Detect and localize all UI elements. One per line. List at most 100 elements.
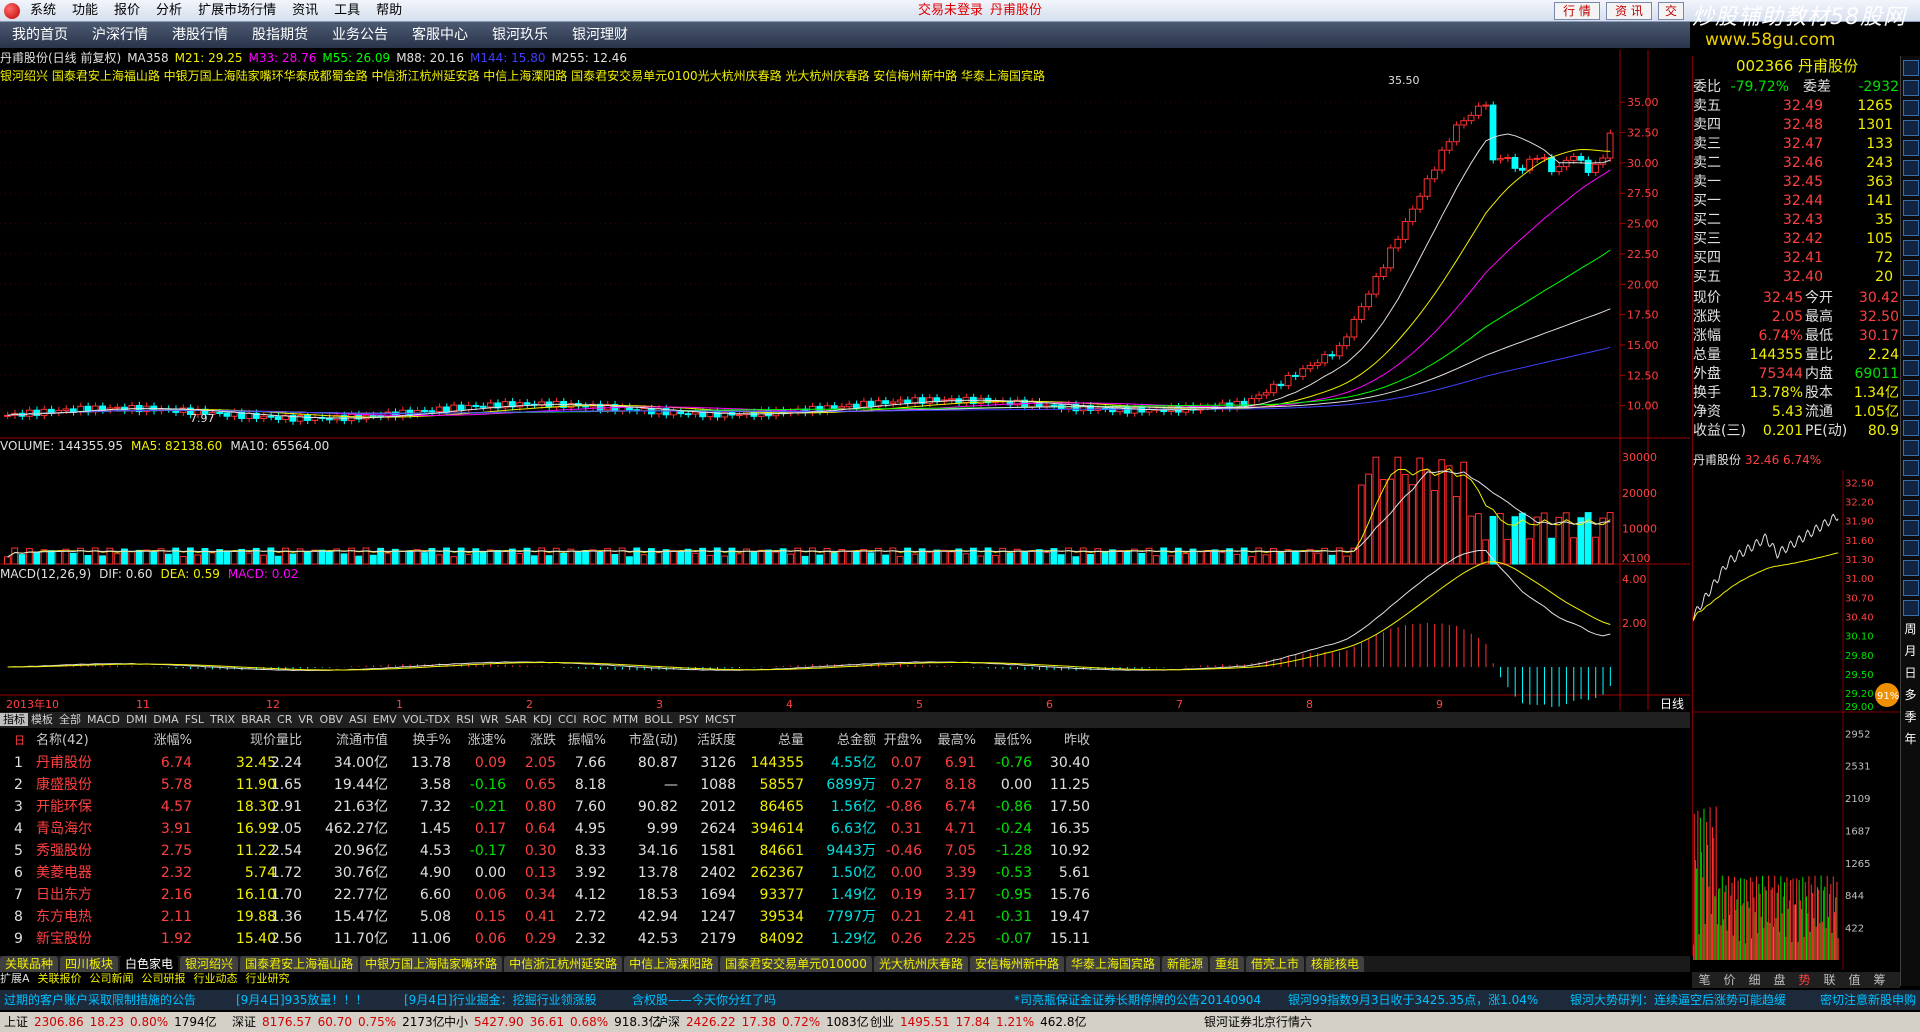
index-zx[interactable]: 中小 5427.90 36.61 0.68% 918.3亿 <box>444 1012 666 1032</box>
tool-icon[interactable] <box>1903 340 1919 356</box>
tool-icon[interactable] <box>1903 220 1919 236</box>
tool-icon[interactable] <box>1903 320 1919 336</box>
indicator-tab[interactable]: CCI <box>555 713 580 726</box>
tool-icon[interactable] <box>1903 520 1919 536</box>
table-row[interactable]: 3 开能环保 4.57 18.30 2.91 21.63亿 7.32 -0.21 0.80 7.6… <box>0 796 1690 818</box>
trade-button[interactable]: 交 <box>1658 2 1684 20</box>
index-cy[interactable]: 创业 1495.51 17.84 1.21% 462.8亿 <box>870 1012 1092 1032</box>
table-col-header[interactable]: 流通市值 <box>308 730 388 752</box>
ticker-item[interactable]: [9月4日]行业掘金：挖掘行业领涨股 <box>404 990 597 1010</box>
indicator-tab[interactable]: KDJ <box>530 713 555 726</box>
period-tool[interactable]: 日 <box>1903 664 1918 682</box>
table-col-header[interactable]: 量比 <box>262 730 302 752</box>
tool-icon[interactable] <box>1903 180 1919 196</box>
table-row[interactable]: 5 秀强股份 2.75 11.22 2.54 20.96亿 4.53 -0.17 0.30 8.3… <box>0 840 1690 862</box>
table-col-header[interactable]: 总量 <box>748 730 804 752</box>
quote-button[interactable]: 行 情 <box>1554 2 1600 20</box>
indicator-tab[interactable]: OBV <box>317 713 346 726</box>
tool-icon[interactable] <box>1903 480 1919 496</box>
side-tab[interactable]: 价 <box>1717 972 1742 988</box>
indicator-tab[interactable]: BOLL <box>641 713 675 726</box>
table-row[interactable]: 1 丹甫股份 6.74 32.45 2.24 34.00亿 13.78 0.09 2.05 7.6… <box>0 752 1690 774</box>
sector-tab[interactable]: 国泰君安上海福山路 <box>240 956 359 972</box>
sub-link[interactable]: 公司研报 <box>142 972 186 985</box>
menu-extended-market[interactable]: 扩展市场行情 <box>190 0 284 22</box>
nav-hs-market[interactable]: 沪深行情 <box>80 22 160 48</box>
table-row[interactable]: 7 日出东方 2.16 16.10 1.70 22.77亿 6.60 0.06 0.34 4.12… <box>0 884 1690 906</box>
tool-icon[interactable] <box>1903 100 1919 116</box>
news-button[interactable]: 资 讯 <box>1606 2 1652 20</box>
side-tab[interactable]: 联 <box>1817 972 1842 988</box>
nav-home[interactable]: 我的首页 <box>0 22 80 48</box>
indicator-tab[interactable]: ROC <box>580 713 610 726</box>
table-col-header[interactable]: 最高% <box>930 730 976 752</box>
indicator-tab[interactable]: DMI <box>123 713 150 726</box>
indicator-tab[interactable]: TRIX <box>207 713 238 726</box>
side-tab[interactable]: 笔 <box>1692 972 1717 988</box>
ticker-item[interactable]: [9月4日]935放量！！！ <box>236 990 368 1010</box>
table-col-header[interactable]: 换手% <box>405 730 451 752</box>
indicator-tab[interactable]: 模板 <box>28 713 56 726</box>
tool-icon[interactable] <box>1903 400 1919 416</box>
indicator-tab[interactable]: VR <box>295 713 316 726</box>
table-col-header[interactable]: 涨跌 <box>510 730 556 752</box>
sector-tab[interactable]: 新能源 <box>1161 956 1208 972</box>
tool-icon[interactable] <box>1903 300 1919 316</box>
nav-announcements[interactable]: 业务公告 <box>320 22 400 48</box>
menu-news[interactable]: 资讯 <box>284 0 326 22</box>
table-col-header[interactable]: 涨幅% <box>132 730 192 752</box>
side-tab[interactable]: 盘 <box>1767 972 1792 988</box>
nav-futures[interactable]: 股指期货 <box>240 22 320 48</box>
sector-tab[interactable]: 重组 <box>1210 956 1245 972</box>
server-label[interactable]: 银河证券北京行情六 <box>1204 1012 1312 1032</box>
table-col-header[interactable]: 开盘% <box>872 730 922 752</box>
table-col-header[interactable]: 活跃度 <box>688 730 736 752</box>
tool-icon[interactable] <box>1903 60 1919 76</box>
indicator-tab[interactable]: RSI <box>453 713 477 726</box>
tool-icon[interactable] <box>1903 420 1919 436</box>
table-col-header[interactable]: 名称(42) <box>36 730 126 752</box>
index-hs[interactable]: 沪深 2426.22 17.38 0.72% 1083亿 <box>656 1012 875 1032</box>
kline-chart[interactable]: 35.00 32.50 30.00 27.50 25.00 22.50 20.00 17.50… <box>0 50 1690 710</box>
table-row[interactable]: 9 新宝股份 1.92 15.40 2.56 11.70亿 11.06 0.06 0.29 2.3… <box>0 928 1690 950</box>
indicator-tab[interactable]: BRAR <box>238 713 274 726</box>
sector-tab[interactable]: 华泰上海国宾路 <box>1065 956 1160 972</box>
sector-tab[interactable]: 中信上海溧阳路 <box>624 956 719 972</box>
ticker-item[interactable]: 含权股——今天你分红了吗 <box>632 990 776 1010</box>
tool-icon[interactable] <box>1903 380 1919 396</box>
table-col-header[interactable]: 最低% <box>980 730 1032 752</box>
indicator-tab[interactable]: CR <box>274 713 295 726</box>
tool-icon[interactable] <box>1903 580 1919 596</box>
indicator-tab[interactable]: ASI <box>346 713 370 726</box>
tool-icon[interactable] <box>1903 600 1919 616</box>
trade-login-status[interactable]: 交易未登录 <box>918 0 983 22</box>
indicator-tab[interactable]: PSY <box>676 713 702 726</box>
indicator-tab[interactable]: FSL <box>182 713 207 726</box>
nav-hk-market[interactable]: 港股行情 <box>160 22 240 48</box>
indicator-tab[interactable]: MACD <box>84 713 123 726</box>
sub-link[interactable]: 公司新闻 <box>90 972 134 985</box>
tool-icon[interactable] <box>1903 560 1919 576</box>
sector-tab[interactable]: 白色家电 <box>120 956 179 972</box>
ticker-item[interactable]: 银河99指数9月3日收于3425.35点，涨1.04% <box>1288 990 1538 1010</box>
menu-tools[interactable]: 工具 <box>326 0 368 22</box>
side-tab[interactable]: 细 <box>1742 972 1767 988</box>
sector-tab[interactable]: 光大杭州庆春路 <box>873 956 968 972</box>
intraday-chart[interactable]: 32.50 32.20 31.90 31.60 31.30 31.00 30.70 30.40… <box>1693 470 1901 970</box>
indicator-tab[interactable]: MTM <box>610 713 642 726</box>
sector-tab[interactable]: 中信浙江杭州延安路 <box>504 956 623 972</box>
nav-yinhe-jiule[interactable]: 银河玖乐 <box>480 22 560 48</box>
sector-tab[interactable]: 借壳上市 <box>1246 956 1305 972</box>
tool-icon[interactable] <box>1903 440 1919 456</box>
tool-icon[interactable] <box>1903 80 1919 96</box>
tool-icon[interactable] <box>1903 360 1919 376</box>
table-row[interactable]: 4 青岛海尔 3.91 16.99 2.05 462.27亿 1.45 0.17 0.64 4.9… <box>0 818 1690 840</box>
table-col-header[interactable]: 昨收 <box>1030 730 1090 752</box>
indicator-tab[interactable]: SAR <box>502 713 530 726</box>
indicator-tab[interactable]: VOL-TDX <box>400 713 454 726</box>
tool-icon[interactable] <box>1903 500 1919 516</box>
indicator-tab[interactable]: DMA <box>150 713 182 726</box>
period-tool[interactable]: 季 <box>1903 708 1918 726</box>
menu-help[interactable]: 帮助 <box>368 0 410 22</box>
table-row[interactable]: 2 康盛股份 5.78 11.90 1.65 19.44亿 3.58 -0.16 0.65 8.1… <box>0 774 1690 796</box>
